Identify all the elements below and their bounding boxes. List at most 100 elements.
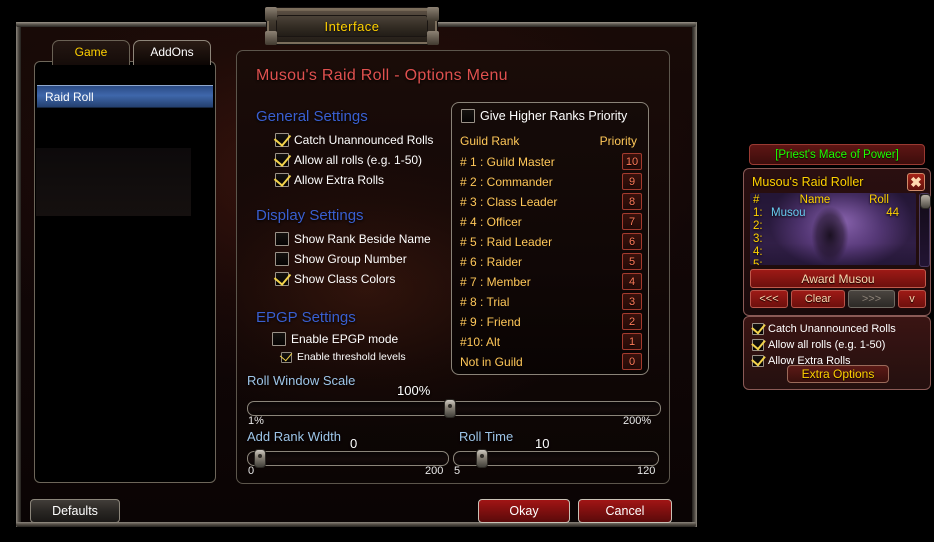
roll-index: 1:: [753, 206, 763, 219]
rank-priority-value[interactable]: 9: [622, 173, 642, 190]
rank-row[interactable]: #10: Alt 1: [460, 332, 642, 351]
rank-name: # 8 : Trial: [460, 294, 510, 309]
cancel-button[interactable]: Cancel: [578, 499, 672, 523]
checkbox-icon[interactable]: [275, 252, 289, 266]
slider-value-roll-window-scale: 100%: [397, 383, 431, 398]
rank-name: #10: Alt: [460, 334, 501, 349]
slider-min-add-rank-width: 0: [248, 465, 255, 477]
rank-name: # 6 : Raider: [460, 254, 523, 269]
rank-row[interactable]: # 5 : Raid Leader 6: [460, 232, 642, 251]
addon-list-item-raid-roll[interactable]: Raid Roll: [37, 85, 213, 108]
extra-options-button[interactable]: Extra Options: [787, 365, 889, 383]
roll-index: 2:: [753, 219, 763, 232]
rank-priority-value[interactable]: 7: [622, 213, 642, 230]
award-button[interactable]: Award Musou: [750, 269, 926, 288]
dropdown-toggle-button[interactable]: v: [898, 290, 926, 308]
checkbox-icon[interactable]: [752, 355, 764, 367]
clear-button[interactable]: Clear: [791, 290, 845, 308]
rank-priority-value[interactable]: 3: [622, 293, 642, 310]
slider-add-rank-width[interactable]: [247, 449, 449, 468]
roller-checkbox-catch-unannounced-rolls[interactable]: Catch Unannounced Rolls: [752, 323, 896, 335]
rank-priority-value[interactable]: 8: [622, 193, 642, 210]
guild-rank-priority-box: Give Higher Ranks Priority Guild Rank Pr…: [451, 102, 649, 375]
raid-roller-title: Musou's Raid Roller: [752, 175, 864, 189]
rank-row[interactable]: # 8 : Trial 3: [460, 292, 642, 311]
rank-priority-value[interactable]: 10: [622, 153, 642, 170]
plate-corner-icon: [265, 31, 277, 45]
rank-priority-value[interactable]: 4: [622, 273, 642, 290]
checkbox-icon[interactable]: [275, 173, 289, 187]
checkbox-icon[interactable]: [275, 133, 289, 147]
checkbox-label: Show Group Number: [294, 252, 407, 266]
roll-list-row[interactable]: 2:: [750, 219, 916, 232]
addon-list-inner: Raid Roll: [37, 64, 213, 480]
addon-list-spacer: [37, 64, 213, 85]
next-button[interactable]: >>>: [848, 290, 895, 308]
checkbox-catch-unannounced-rolls[interactable]: Catch Unannounced Rolls: [275, 133, 433, 147]
checkbox-label: Show Rank Beside Name: [294, 232, 431, 246]
roll-list-row[interactable]: 4:: [750, 245, 916, 258]
slider-roll-window-scale[interactable]: [247, 399, 661, 418]
tab-addons[interactable]: AddOns: [133, 40, 211, 65]
slider-thumb[interactable]: [476, 449, 488, 468]
tab-game[interactable]: Game: [52, 40, 130, 65]
rank-priority-value[interactable]: 6: [622, 233, 642, 250]
checkbox-show-rank-beside-name[interactable]: Show Rank Beside Name: [275, 232, 431, 246]
general-settings-heading: General Settings: [256, 108, 368, 125]
roll-list-row[interactable]: 5:: [750, 258, 916, 266]
rank-priority-value[interactable]: 1: [622, 333, 642, 350]
checkbox-icon[interactable]: [275, 232, 289, 246]
rank-name: # 2 : Commander: [460, 174, 553, 189]
rank-row[interactable]: # 3 : Class Leader 8: [460, 192, 642, 211]
slider-thumb[interactable]: [254, 449, 266, 468]
rank-row[interactable]: # 9 : Friend 2: [460, 312, 642, 331]
checkbox-icon[interactable]: [752, 323, 764, 335]
rank-priority-value[interactable]: 0: [622, 353, 642, 370]
slider-value-roll-time: 10: [535, 436, 550, 451]
rank-row[interactable]: # 6 : Raider 5: [460, 252, 642, 271]
scrollbar-thumb[interactable]: [920, 194, 931, 209]
rank-row[interactable]: # 1 : Guild Master 10: [460, 152, 642, 171]
close-icon[interactable]: ✖: [907, 173, 925, 191]
checkbox-show-group-number[interactable]: Show Group Number: [275, 252, 407, 266]
checkbox-label: Allow Extra Rolls: [294, 173, 385, 187]
rank-name: # 4 : Officer: [460, 214, 522, 229]
roll-list-scrollbar[interactable]: [919, 193, 931, 267]
okay-button[interactable]: Okay: [478, 499, 570, 523]
rank-row[interactable]: # 4 : Officer 7: [460, 212, 642, 231]
checkbox-label: Enable EPGP mode: [291, 332, 399, 346]
rank-name: # 5 : Raid Leader: [460, 234, 553, 249]
rank-row[interactable]: # 2 : Commander 9: [460, 172, 642, 191]
roll-list: # Name Roll 1: Musou 44 2: 3: 4: 5:: [750, 193, 916, 265]
roll-index: 5:: [753, 258, 763, 266]
addon-list-shade: [36, 148, 191, 216]
slider-roll-time[interactable]: [453, 449, 659, 468]
checkbox-icon[interactable]: [752, 339, 764, 351]
checkbox-allow-all-rolls[interactable]: Allow all rolls (e.g. 1-50): [275, 153, 422, 167]
roll-list-row[interactable]: 1: Musou 44: [750, 206, 916, 219]
checkbox-allow-extra-rolls[interactable]: Allow Extra Rolls: [275, 173, 384, 187]
checkbox-icon[interactable]: [461, 109, 475, 123]
rank-row[interactable]: # 7 : Member 4: [460, 272, 642, 291]
roller-checkbox-allow-all-rolls[interactable]: Allow all rolls (e.g. 1-50): [752, 339, 885, 351]
rank-row[interactable]: Not in Guild 0: [460, 352, 642, 371]
checkbox-icon[interactable]: [275, 272, 289, 286]
checkbox-label: Allow all rolls (e.g. 1-50): [768, 339, 886, 351]
checkbox-show-class-colors[interactable]: Show Class Colors: [275, 272, 395, 286]
roll-index: 3:: [753, 232, 763, 245]
defaults-button[interactable]: Defaults: [30, 499, 120, 523]
checkbox-enable-threshold-levels[interactable]: Enable threshold levels: [281, 351, 406, 363]
checkbox-icon[interactable]: [272, 332, 286, 346]
rank-priority-value[interactable]: 5: [622, 253, 642, 270]
roll-list-row[interactable]: 3:: [750, 232, 916, 245]
rank-priority-value[interactable]: 2: [622, 313, 642, 330]
raid-roller-frame: Musou's Raid Roller ✖ # Name Roll 1: Mus…: [743, 168, 931, 316]
slider-label-add-rank-width: Add Rank Width: [247, 429, 341, 444]
checkbox-icon[interactable]: [275, 153, 289, 167]
slider-thumb[interactable]: [444, 399, 456, 418]
previous-button[interactable]: <<<: [750, 290, 788, 308]
item-link-priests-mace-of-power[interactable]: [Priest's Mace of Power]: [749, 144, 925, 165]
checkbox-enable-epgp-mode[interactable]: Enable EPGP mode: [272, 332, 398, 346]
checkbox-give-higher-ranks-priority[interactable]: Give Higher Ranks Priority: [461, 109, 627, 123]
checkbox-icon[interactable]: [281, 351, 292, 363]
